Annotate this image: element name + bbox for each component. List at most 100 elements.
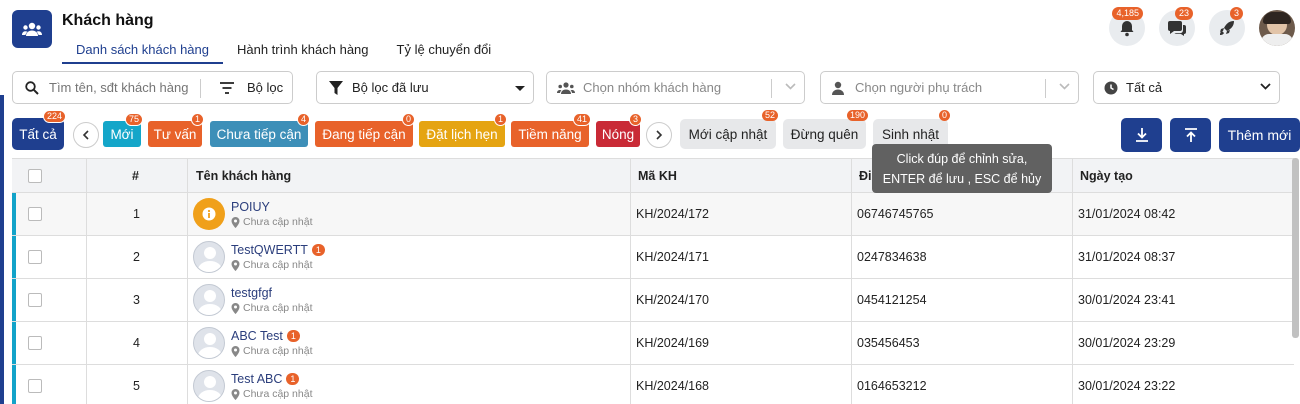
add-customer-button[interactable]: Thêm mới (1219, 118, 1300, 152)
user-avatar[interactable] (1259, 10, 1295, 46)
chip-new[interactable]: Mới 75 (103, 113, 143, 147)
column-header-created[interactable]: Ngày tạo (1080, 159, 1133, 192)
row-index: 2 (133, 250, 140, 264)
customer-avatar (193, 327, 225, 359)
created-date: 31/01/2024 08:37 (1078, 250, 1176, 264)
status-select[interactable]: Tất cả (1093, 71, 1280, 104)
customer-avatar (193, 241, 225, 273)
location-pin-icon (231, 345, 240, 357)
customer-table: # Tên khách hàng Mã KH Đi Ngày tạo 1 POI… (12, 158, 1294, 404)
table-row[interactable]: 4 ABC Test 1 Chưa cập nhật KH/2024/169 035… (12, 322, 1294, 365)
launch-button[interactable]: 3 (1209, 7, 1245, 46)
edit-tooltip: Click đúp để chỉnh sửa, ENTER để lưu , E… (872, 144, 1052, 193)
table-row[interactable]: 1 POIUY Chưa cập nhật KH/2024/172 0674674… (12, 193, 1294, 236)
customer-phone[interactable]: 0164653212 (857, 365, 927, 404)
customer-phone[interactable]: 035456453 (857, 322, 920, 364)
column-header-index: # (132, 168, 139, 183)
customer-name-link[interactable]: TestQWERTT (231, 243, 308, 257)
row-checkbox[interactable] (28, 336, 42, 350)
row-badge: 1 (286, 373, 300, 385)
search-icon (25, 80, 39, 95)
messages-button[interactable]: 23 (1159, 7, 1195, 46)
customer-code: KH/2024/168 (636, 379, 709, 393)
column-header-code[interactable]: Mã KH (638, 159, 677, 192)
person-icon (832, 81, 844, 95)
customer-phone[interactable]: 06746745765 (857, 193, 933, 235)
search-box: Bộ lọc (12, 71, 293, 104)
info-icon (193, 198, 225, 230)
row-status-accent (12, 365, 16, 404)
customer-name-link[interactable]: ABC Test (231, 329, 283, 343)
chip-dont-forget[interactable]: Đừng quên 190 (783, 110, 868, 149)
tab-customer-list[interactable]: Danh sách khách hàng (62, 38, 223, 64)
customer-phone[interactable]: 0454121254 (857, 279, 927, 321)
header-actions: 4,185 23 3 (1095, 7, 1300, 46)
bell-icon (1120, 21, 1134, 37)
chip-all[interactable]: Tất cả 224 (12, 110, 66, 150)
location-pin-icon (231, 302, 240, 314)
chevron-down-icon (1059, 83, 1070, 90)
customer-name-link[interactable]: testgfgf (231, 286, 272, 300)
row-checkbox[interactable] (28, 207, 42, 221)
users-group-icon (557, 81, 575, 94)
customer-name-link[interactable]: Test ABC (231, 372, 282, 386)
chips-scroll-left-button[interactable] (73, 122, 99, 148)
row-checkbox[interactable] (28, 379, 42, 393)
column-divider (851, 159, 852, 404)
column-header-name[interactable]: Tên khách hàng (196, 159, 291, 192)
row-index: 4 (133, 336, 140, 350)
customer-code: KH/2024/170 (636, 293, 709, 307)
table-row[interactable]: 3 testgfgf Chưa cập nhật KH/2024/170 0454… (12, 279, 1294, 322)
table-row[interactable]: 2 TestQWERTT 1 Chưa cập nhật KH/2024/171 0… (12, 236, 1294, 279)
chip-consulting[interactable]: Tư vấn 1 (148, 113, 204, 147)
chips-scroll-right-button[interactable] (646, 122, 672, 148)
chip-appointment[interactable]: Đặt lịch hẹn 1 (419, 113, 507, 147)
created-date: 30/01/2024 23:29 (1078, 336, 1176, 350)
chevron-down-icon (785, 83, 796, 90)
customer-phone[interactable]: 0247834638 (857, 236, 927, 278)
chevron-down-icon (1260, 83, 1271, 90)
upload-icon (1184, 128, 1197, 142)
tab-customer-journey[interactable]: Hành trình khách hàng (223, 38, 383, 64)
row-status-accent (12, 322, 16, 364)
row-checkbox[interactable] (28, 250, 42, 264)
chip-contacting[interactable]: Đang tiếp cận 0 (315, 113, 415, 147)
notifications-button[interactable]: 4,185 (1109, 7, 1145, 46)
row-index: 5 (133, 379, 140, 393)
chip-hot[interactable]: Nóng 3 (596, 113, 642, 147)
customer-code: KH/2024/171 (636, 250, 709, 264)
column-header-phone[interactable]: Đi (859, 159, 872, 192)
customer-name-link[interactable]: POIUY (231, 200, 270, 214)
download-icon (1135, 128, 1148, 142)
row-checkbox[interactable] (28, 293, 42, 307)
upload-button[interactable] (1170, 118, 1211, 152)
chevron-right-icon (656, 130, 663, 140)
clock-icon (1104, 81, 1118, 94)
select-all-checkbox[interactable] (28, 168, 42, 183)
owner-select[interactable]: Chọn người phụ trách (820, 71, 1079, 104)
chevron-left-icon (82, 130, 89, 140)
table-row[interactable]: 5 Test ABC 1 Chưa cập nhật KH/2024/168 016… (12, 365, 1294, 404)
chip-not-contacted[interactable]: Chưa tiếp cận 4 (210, 113, 310, 147)
filter-lines-icon (220, 81, 234, 94)
filter-button[interactable]: Bộ lọc (219, 72, 283, 103)
row-badge: 1 (311, 244, 325, 256)
divider (1045, 79, 1046, 98)
created-date: 30/01/2024 23:22 (1078, 379, 1176, 393)
saved-filter-select[interactable]: Bộ lọc đã lưu (316, 71, 534, 104)
column-divider (86, 159, 87, 404)
tab-conversion-rate[interactable]: Tỷ lệ chuyển đổi (383, 38, 506, 64)
customer-group-select[interactable]: Chọn nhóm khách hàng (546, 71, 805, 104)
table-scrollbar[interactable] (1292, 158, 1299, 338)
chip-count-badge: 3 (628, 113, 642, 126)
created-date: 30/01/2024 23:41 (1078, 293, 1176, 307)
chip-potential[interactable]: Tiềm năng 41 (511, 113, 591, 147)
location-pin-icon (231, 216, 240, 228)
chip-count-badge: 4 (296, 113, 310, 126)
download-button[interactable] (1121, 118, 1162, 152)
customer-code: KH/2024/169 (636, 336, 709, 350)
search-input[interactable] (49, 80, 189, 95)
chip-count-badge: 0 (401, 113, 415, 126)
chip-recently-updated[interactable]: Mới cập nhật 52 (680, 110, 778, 149)
chip-count-badge: 224 (42, 110, 66, 123)
